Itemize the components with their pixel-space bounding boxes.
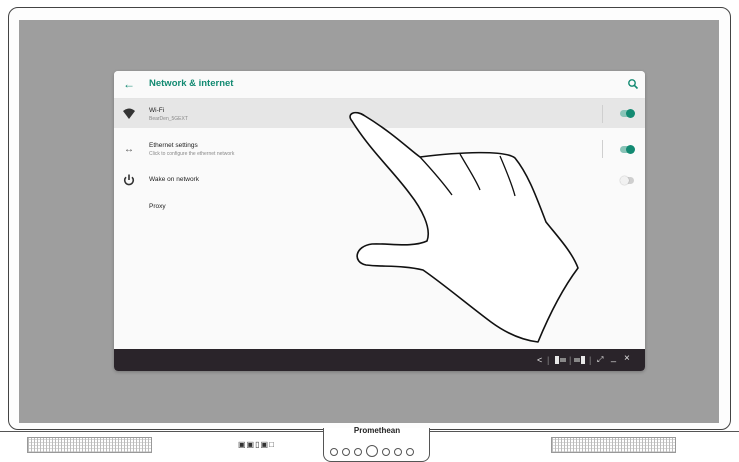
proxy-label: Proxy bbox=[149, 203, 166, 210]
front-ports: ▣▣▯▣□ bbox=[238, 440, 275, 449]
wifi-toggle[interactable] bbox=[620, 109, 635, 118]
panel-button[interactable] bbox=[394, 448, 402, 456]
wake-toggle[interactable] bbox=[620, 176, 634, 185]
power-icon bbox=[123, 174, 135, 186]
panel-button[interactable] bbox=[382, 448, 390, 456]
wifi-divider bbox=[602, 105, 603, 123]
back-arrow-icon[interactable]: ← bbox=[123, 77, 135, 91]
split-left-icon[interactable] bbox=[555, 356, 566, 364]
panel-button[interactable] bbox=[354, 448, 362, 456]
speaker-grille-right bbox=[551, 437, 676, 453]
ethernet-toggle-knob bbox=[626, 145, 635, 154]
ethernet-divider bbox=[602, 140, 603, 158]
window-nav-bar: < | | | ⤢ _ × bbox=[114, 349, 645, 371]
settings-window: ← Network & internet Wi-Fi BearDen_5GEXT… bbox=[114, 71, 645, 371]
brand-logo: Promethean bbox=[353, 426, 401, 435]
ethernet-label: Ethernet settings bbox=[149, 142, 198, 149]
minimize-button[interactable]: _ bbox=[611, 352, 616, 362]
nav-separator: | bbox=[569, 355, 572, 365]
nav-separator: | bbox=[547, 355, 550, 365]
front-panel-buttons bbox=[330, 443, 418, 461]
proxy-row[interactable]: Proxy bbox=[114, 197, 645, 217]
nav-separator: | bbox=[589, 355, 592, 365]
panel-button[interactable] bbox=[406, 448, 414, 456]
search-icon[interactable] bbox=[627, 78, 639, 90]
panel-button[interactable] bbox=[342, 448, 350, 456]
wifi-network-name: BearDen_5GEXT bbox=[149, 116, 188, 122]
close-button[interactable]: × bbox=[624, 354, 630, 364]
panel-button[interactable] bbox=[330, 448, 338, 456]
ethernet-row[interactable]: ↔ Ethernet settings Click to configure t… bbox=[114, 135, 645, 161]
wifi-toggle-knob bbox=[626, 109, 635, 118]
wifi-icon bbox=[123, 108, 135, 119]
ethernet-icon: ↔ bbox=[124, 143, 134, 155]
wake-toggle-knob bbox=[620, 176, 629, 185]
ethernet-sublabel: Click to configure the ethernet network bbox=[149, 151, 235, 157]
app-bar: ← Network & internet bbox=[114, 71, 645, 99]
power-button[interactable] bbox=[366, 444, 378, 457]
nav-back-button[interactable]: < bbox=[537, 355, 542, 365]
wake-on-network-row[interactable]: Wake on network bbox=[114, 170, 645, 190]
page-title: Network & internet bbox=[149, 78, 234, 89]
wifi-row[interactable]: Wi-Fi BearDen_5GEXT bbox=[114, 99, 645, 128]
expand-icon[interactable]: ⤢ bbox=[597, 355, 603, 365]
wifi-label: Wi-Fi bbox=[149, 107, 165, 114]
wake-label: Wake on network bbox=[149, 176, 199, 183]
ethernet-toggle[interactable] bbox=[620, 145, 635, 154]
speaker-grille-left bbox=[27, 437, 152, 453]
split-right-icon[interactable] bbox=[574, 356, 585, 364]
